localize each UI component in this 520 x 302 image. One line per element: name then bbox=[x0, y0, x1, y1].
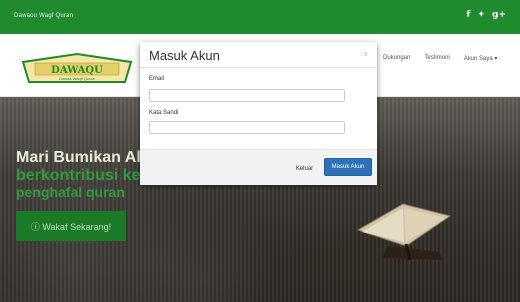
wakaf-sekarang-button[interactable]: ⓘ Wakaf Sekarang! bbox=[16, 211, 126, 241]
dawaqu-logo[interactable]: DAWAQU Dawaa Waqfi Quran bbox=[21, 52, 133, 86]
hero-heading-line1: Mari Bumikan Al Q bbox=[16, 149, 158, 166]
logo-subtext: Dawaa Waqfi Quran bbox=[59, 76, 95, 81]
hero-heading-line2: berkontribusi kep bbox=[16, 167, 151, 184]
nav-dukungan[interactable]: Dukungan bbox=[383, 55, 410, 62]
nav-testimoni[interactable]: Testimoni bbox=[424, 55, 449, 62]
keluar-button[interactable]: Keluar bbox=[288, 160, 321, 177]
masuk-akun-button[interactable]: Masuk Akun bbox=[324, 158, 372, 176]
email-field[interactable] bbox=[149, 89, 345, 102]
close-icon[interactable]: × bbox=[363, 50, 368, 59]
twitter-icon[interactable]: ✦ bbox=[477, 10, 485, 20]
password-label: Kata Sandi bbox=[149, 110, 179, 116]
topbar: Dawaou Wagf Quran f ✦ g+ bbox=[0, 0, 520, 34]
social-links: f ✦ g+ bbox=[467, 10, 506, 20]
facebook-icon[interactable]: f bbox=[467, 10, 471, 20]
topbar-title: Dawaou Wagf Quran bbox=[14, 13, 74, 19]
login-modal: Masuk Akun × Email Kata Sandi Keluar Mas… bbox=[140, 42, 377, 185]
modal-title: Masuk Akun bbox=[149, 48, 220, 63]
hero-heading-line3: penghafal quran bbox=[16, 184, 125, 200]
quran-book-image bbox=[356, 203, 452, 261]
google-plus-icon[interactable]: g+ bbox=[492, 10, 506, 20]
nav-links: Dukungan Testimoni Akun Saya ▾ bbox=[383, 55, 497, 62]
logo-text: DAWAQU bbox=[51, 65, 103, 76]
modal-footer: Keluar Masuk Akun bbox=[140, 149, 377, 185]
modal-header: Masuk Akun × bbox=[140, 42, 377, 68]
nav-akun-saya[interactable]: Akun Saya ▾ bbox=[464, 55, 498, 62]
password-field[interactable] bbox=[149, 121, 345, 134]
email-label: Email bbox=[149, 76, 165, 82]
